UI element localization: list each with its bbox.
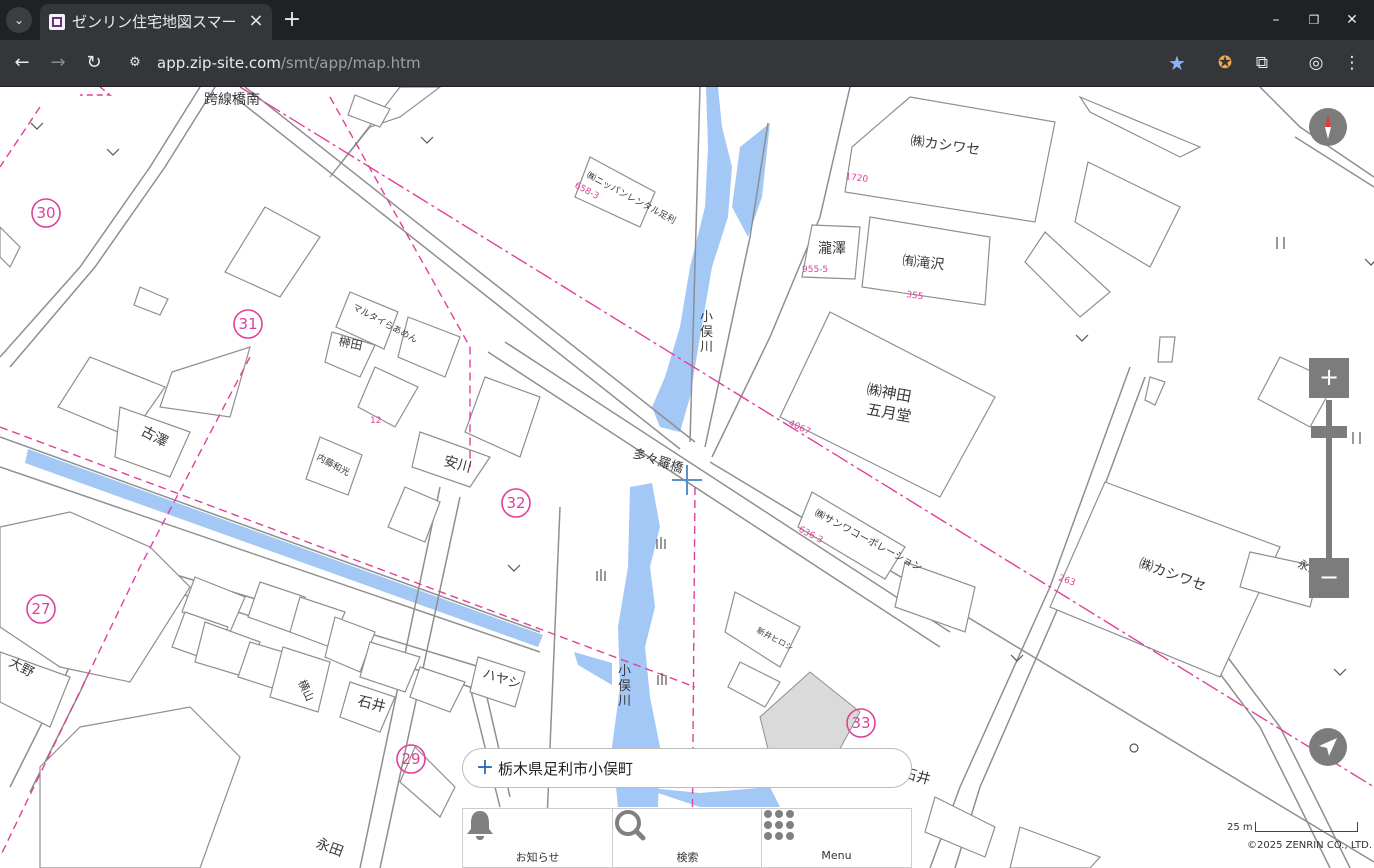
url-host: app.zip-site.com bbox=[157, 54, 281, 72]
label-takizawa-kanji: 瀧澤 bbox=[818, 241, 846, 257]
lot-number: 355 bbox=[906, 290, 924, 302]
browser-toolbar: ← → ↻ ⚙ app.zip-site.com/smt/app/map.htm… bbox=[0, 40, 1374, 87]
active-tab[interactable]: ゼンリン住宅地図スマー × bbox=[40, 4, 272, 40]
area-number: 29 bbox=[401, 750, 420, 768]
scale-label: 25 m bbox=[1227, 822, 1253, 833]
lot-number: 955-5 bbox=[802, 265, 828, 275]
map-canvas[interactable]: 30 31 32 27 29 33 跨線橋南 ㈱カシワセ ㈱カシワセ 瀧澤 ㈲滝… bbox=[0, 87, 1374, 868]
url-text[interactable]: app.zip-site.com/smt/app/map.htm bbox=[157, 53, 421, 73]
nav-search-button[interactable]: 検索 bbox=[612, 809, 761, 868]
extensions-puzzle-icon[interactable]: ⧉ bbox=[1250, 51, 1274, 75]
new-tab-icon[interactable]: + bbox=[280, 8, 304, 32]
copyright-text: ©2025 ZENRIN CO., LTD. bbox=[1247, 840, 1372, 851]
scale-ruler bbox=[1255, 822, 1358, 832]
nav-label: 検索 bbox=[676, 851, 699, 864]
label-river-2b: 俣 bbox=[618, 679, 631, 694]
nav-menu-button[interactable]: Menu bbox=[761, 809, 910, 868]
zoom-in-button[interactable]: + bbox=[1309, 358, 1349, 398]
compass-icon[interactable] bbox=[1309, 108, 1347, 146]
profile-icon[interactable]: ◎ bbox=[1304, 51, 1328, 75]
nav-label: Menu bbox=[821, 849, 852, 862]
label-bridge: 多々羅橋 bbox=[631, 446, 685, 477]
nav-label: お知らせ bbox=[515, 851, 560, 864]
grid-menu-icon bbox=[764, 810, 794, 840]
close-window-icon[interactable]: ✕ bbox=[1338, 6, 1366, 34]
label-kyosenkyo-minami: 跨線橋南 bbox=[204, 92, 260, 108]
reload-icon[interactable]: ↻ bbox=[81, 50, 107, 76]
area-number: 27 bbox=[31, 600, 50, 618]
browser-menu-icon[interactable]: ⋮ bbox=[1340, 51, 1364, 75]
area-number: 31 bbox=[238, 315, 257, 333]
nav-notifications-button[interactable]: お知らせ bbox=[463, 809, 612, 868]
search-icon bbox=[615, 810, 646, 841]
address-text: 栃木県足利市小俣町 bbox=[498, 760, 634, 778]
bookmark-star-icon[interactable]: ★ bbox=[1165, 51, 1189, 75]
scale-bar: 25 m bbox=[1227, 820, 1362, 836]
zoom-slider-thumb[interactable] bbox=[1311, 426, 1347, 439]
label-river-1b: 俣 bbox=[700, 325, 713, 340]
area-number: 32 bbox=[506, 494, 525, 512]
address-bar[interactable]: ⚙ app.zip-site.com/smt/app/map.htm ★ bbox=[116, 45, 1204, 81]
current-location-button[interactable] bbox=[1309, 728, 1347, 766]
forward-icon[interactable]: → bbox=[45, 50, 71, 76]
tab-title: ゼンリン住宅地図スマー bbox=[72, 13, 237, 31]
zoom-slider-track[interactable] bbox=[1326, 400, 1332, 558]
plus-icon[interactable]: + bbox=[475, 757, 495, 779]
label-river-2a: 小 bbox=[618, 664, 631, 679]
favicon-icon bbox=[49, 14, 65, 30]
url-path: /smt/app/map.htm bbox=[280, 54, 421, 72]
site-info-icon[interactable]: ⚙ bbox=[126, 54, 144, 72]
label-nagata: 永田 bbox=[314, 836, 346, 861]
label-river-1c: 川 bbox=[700, 340, 713, 355]
address-search-bar[interactable]: + 栃木県足利市小俣町 bbox=[462, 748, 912, 788]
tab-search-menu-icon[interactable]: ⌄ bbox=[6, 7, 32, 33]
label-river-2c: 川 bbox=[618, 694, 631, 709]
extension-icon[interactable]: ✪ bbox=[1213, 51, 1237, 75]
minimize-icon[interactable]: – bbox=[1262, 6, 1290, 34]
label-river-1a: 小 bbox=[700, 310, 713, 325]
back-icon[interactable]: ← bbox=[9, 50, 35, 76]
tab-close-icon[interactable]: × bbox=[245, 10, 267, 32]
bottom-navigation: お知らせ 検索 Menu bbox=[462, 808, 912, 868]
restore-icon[interactable]: ❐ bbox=[1300, 6, 1328, 34]
area-number: 33 bbox=[851, 714, 870, 732]
tab-strip: ⌄ ゼンリン住宅地図スマー × + – ❐ ✕ bbox=[0, 0, 1374, 40]
navigation-arrow-icon bbox=[1319, 738, 1337, 756]
lot-number: 12 bbox=[370, 416, 381, 426]
area-number: 30 bbox=[36, 204, 55, 222]
zoom-out-button[interactable]: − bbox=[1309, 558, 1349, 598]
bell-icon bbox=[467, 811, 493, 840]
